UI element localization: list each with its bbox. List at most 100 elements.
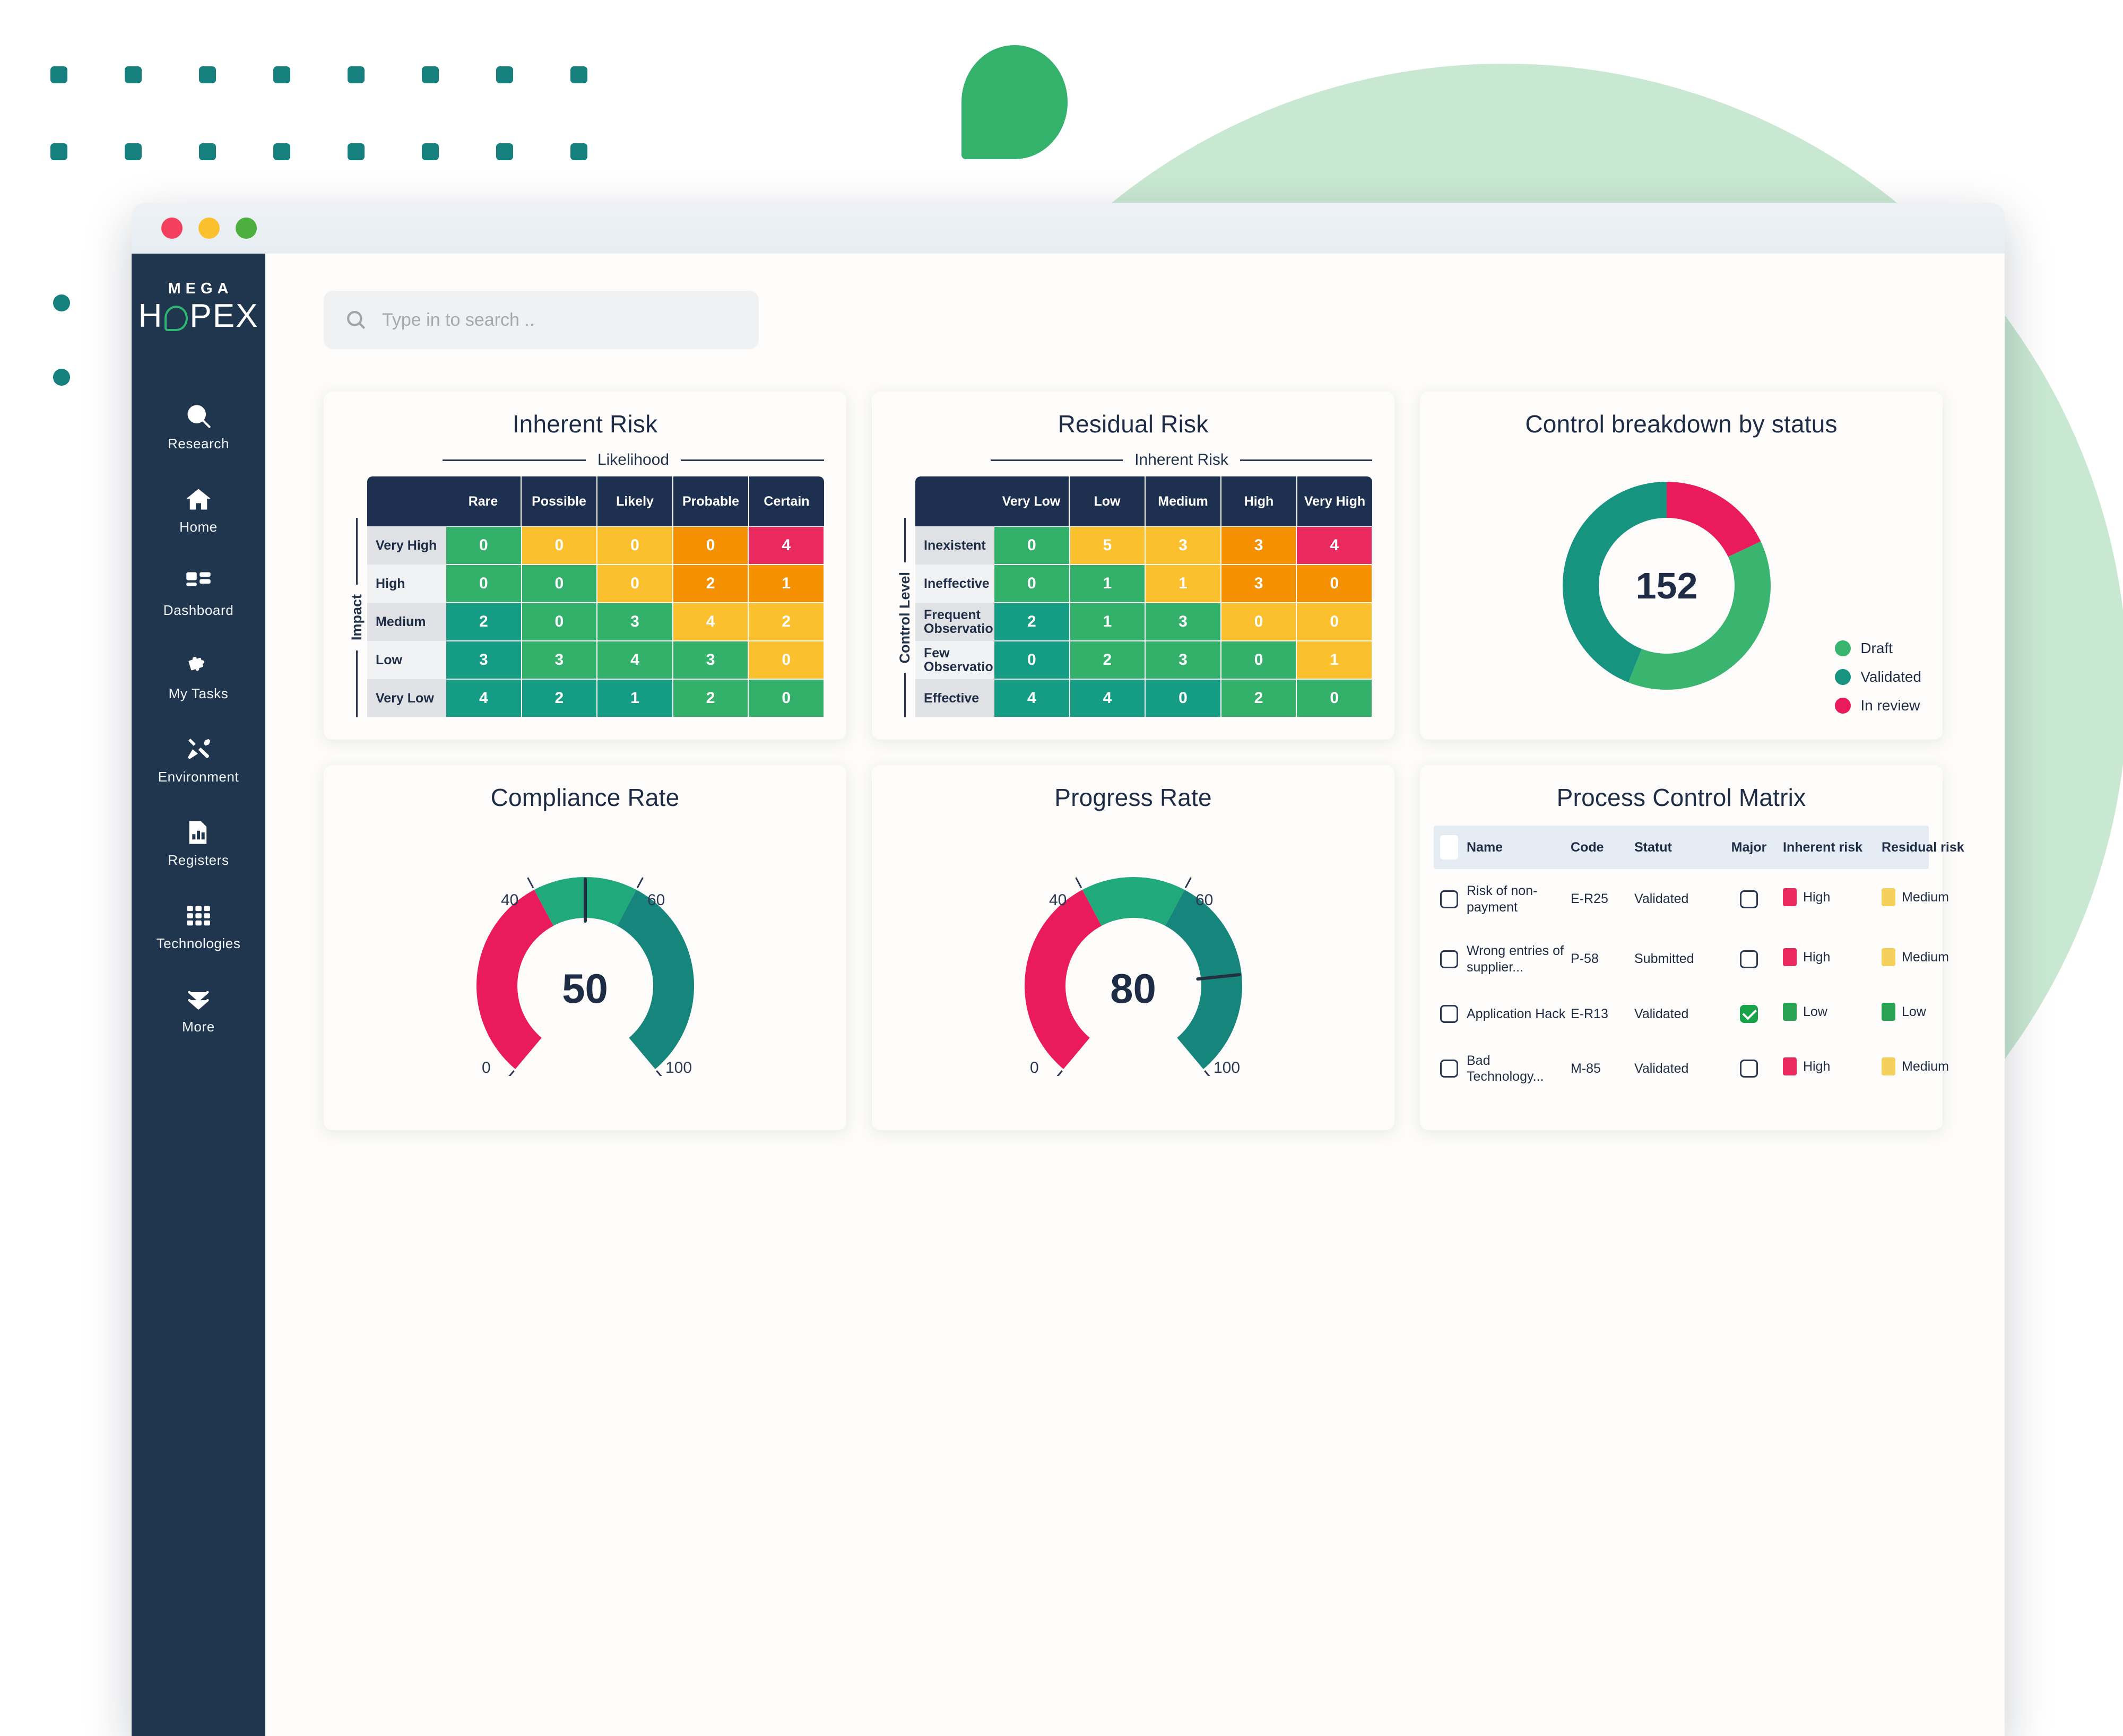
legend-item[interactable]: Draft [1835,640,1921,657]
matrix-cell[interactable]: 1 [1296,641,1372,679]
matrix-cell[interactable]: 0 [1145,679,1221,717]
matrix-cell[interactable]: 1 [1069,565,1146,603]
matrix-cell[interactable]: 0 [748,679,824,717]
cell-major-checkbox[interactable] [1715,1004,1783,1023]
risk-label: Low [1803,1004,1827,1019]
minimize-button[interactable] [198,218,220,239]
matrix-cell[interactable]: 3 [1220,565,1297,603]
column-header[interactable]: Statut [1634,840,1715,855]
matrix-cell[interactable]: 4 [672,603,749,641]
cell-major-checkbox[interactable] [1715,950,1783,968]
matrix-cell[interactable]: 3 [672,641,749,679]
legend-item[interactable]: Validated [1835,669,1921,685]
matrix-cell[interactable]: 0 [672,526,749,565]
legend-item[interactable]: In review [1835,697,1921,714]
matrix-cell[interactable]: 3 [1145,526,1221,565]
matrix-cell[interactable]: 0 [597,526,673,565]
cell-major-checkbox[interactable] [1715,890,1783,908]
matrix-cell[interactable]: 0 [597,565,673,603]
table-row[interactable]: Wrong entries of supplier... P-58 Submitte… [1434,929,1949,989]
matrix-cell[interactable]: 0 [994,641,1070,679]
sidebar-item-research[interactable]: Research [132,402,265,452]
matrix-cell[interactable]: 2 [1220,679,1297,717]
puzzle-icon [185,652,212,680]
cell-code: E-R25 [1571,891,1608,907]
close-button[interactable] [161,218,183,239]
search-input[interactable]: Type in to search .. [324,291,759,349]
matrix-cell[interactable]: 1 [1069,603,1146,641]
app-logo: MEGA H PEX [132,280,265,333]
decorative-dot [422,143,439,160]
matrix-cell[interactable]: 2 [994,603,1070,641]
table-row[interactable]: Risk of non-payment E-R25 Validated High Med… [1434,869,1949,929]
sidebar-item-label: My Tasks [168,685,229,702]
matrix-cell[interactable]: 3 [446,641,522,679]
matrix-cell[interactable]: 3 [521,641,597,679]
matrix-cell[interactable]: 0 [1296,603,1372,641]
sidebar-item-registers[interactable]: Registers [132,819,265,869]
inherent-risk-y-label: Impact [348,594,365,641]
sidebar-item-dashboard[interactable]: Dashboard [132,569,265,619]
matrix-cell[interactable]: 1 [748,565,824,603]
table-row[interactable]: Bad Technology... M-85 Validated High Medium [1434,1039,1949,1099]
table-row[interactable]: Application Hack E-R13 Validated Low Low [1434,989,1929,1039]
column-header[interactable]: Inherent risk [1783,840,1882,855]
cell-major-checkbox[interactable] [1715,1060,1783,1078]
cell-inherent-risk: High [1783,1057,1882,1080]
matrix-cell[interactable]: 1 [597,679,673,717]
matrix-cell[interactable]: 0 [994,526,1070,565]
maximize-button[interactable] [236,218,257,239]
sidebar-item-home[interactable]: Home [132,485,265,535]
select-all-checkbox[interactable] [1434,835,1465,860]
column-header[interactable]: Code [1571,840,1634,855]
matrix-cell[interactable]: 3 [1145,641,1221,679]
decorative-dot [496,66,513,83]
residual-risk-y-label: Control Level [896,571,913,664]
matrix-cell[interactable]: 3 [1145,603,1221,641]
column-header[interactable]: Residual risk [1882,840,1977,855]
row-select-checkbox[interactable] [1434,950,1465,968]
matrix-cell[interactable]: 4 [1296,526,1372,565]
matrix-cell[interactable]: 3 [1220,526,1297,565]
row-select-checkbox[interactable] [1434,890,1465,908]
row-select-checkbox[interactable] [1434,1004,1465,1023]
decorative-dot [496,143,513,160]
matrix-cell[interactable]: 4 [446,679,522,717]
matrix-cell[interactable]: 0 [1220,641,1297,679]
matrix-cell[interactable]: 4 [597,641,673,679]
sidebar-item-more[interactable]: More [132,985,265,1035]
matrix-cell[interactable]: 2 [1069,641,1146,679]
gauge-tick-label: 60 [647,891,665,909]
matrix-cell[interactable]: 0 [748,641,824,679]
sidebar-item-technologies[interactable]: Technologies [132,902,265,952]
grid-icon [185,902,212,930]
risk-color-chip [1783,948,1797,966]
matrix-cell[interactable]: 0 [994,565,1070,603]
matrix-cell[interactable]: 4 [994,679,1070,717]
matrix-cell[interactable]: 2 [672,565,749,603]
matrix-cell[interactable]: 2 [672,679,749,717]
matrix-cell[interactable]: 0 [521,565,597,603]
matrix-cell[interactable]: 4 [1069,679,1146,717]
matrix-cell[interactable]: 3 [597,603,673,641]
matrix-cell[interactable]: 0 [1220,603,1297,641]
matrix-cell[interactable]: 2 [521,679,597,717]
matrix-cell[interactable]: 0 [446,526,522,565]
matrix-cell[interactable]: 0 [1296,679,1372,717]
row-select-checkbox[interactable] [1434,1060,1465,1078]
risk-color-chip [1882,1057,1895,1076]
matrix-cell[interactable]: 2 [446,603,522,641]
matrix-cell[interactable]: 0 [521,526,597,565]
sidebar-item-environment[interactable]: Environment [132,735,265,785]
decorative-dot [50,66,67,83]
matrix-cell[interactable]: 1 [1145,565,1221,603]
column-header[interactable]: Major [1715,840,1783,855]
matrix-cell[interactable]: 2 [748,603,824,641]
matrix-cell[interactable]: 0 [446,565,522,603]
matrix-cell[interactable]: 0 [1296,565,1372,603]
sidebar-item-my-tasks[interactable]: My Tasks [132,652,265,702]
column-header[interactable]: Name [1465,840,1571,855]
matrix-cell[interactable]: 0 [521,603,597,641]
matrix-cell[interactable]: 5 [1069,526,1146,565]
matrix-cell[interactable]: 4 [748,526,824,565]
